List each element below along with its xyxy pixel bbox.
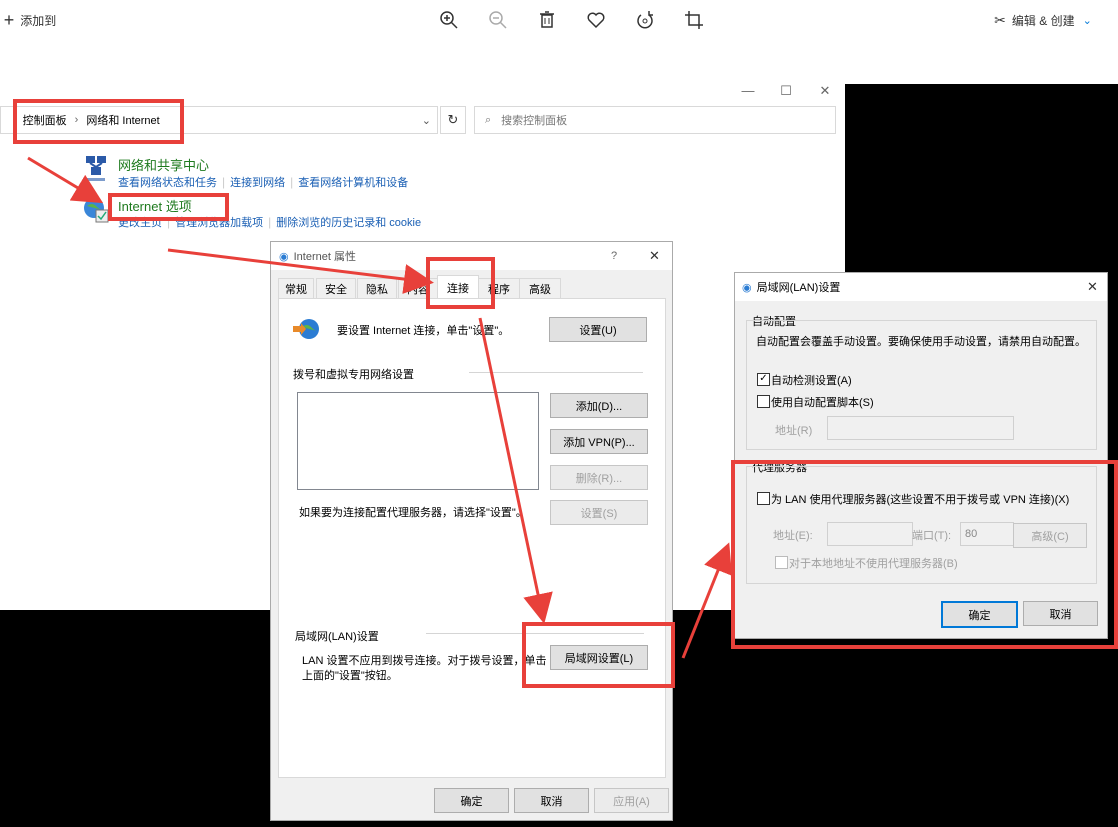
arrow-to-proxy-section — [681, 542, 733, 659]
arrow-to-lan-button — [478, 317, 553, 624]
arrow-to-connections-tab — [167, 248, 434, 294]
annotation-arrows — [27, 156, 733, 659]
arrow-to-internet-options — [27, 156, 104, 204]
